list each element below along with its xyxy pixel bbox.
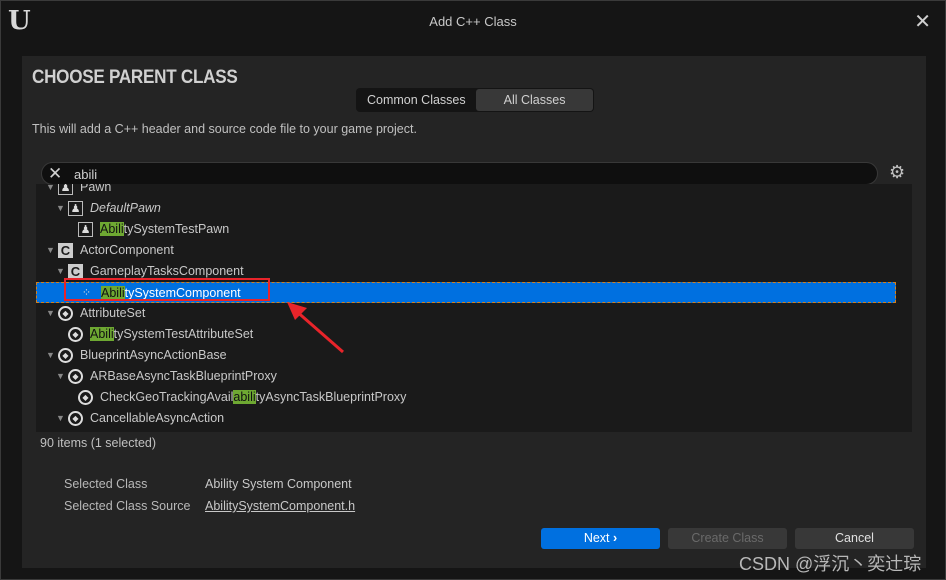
class-name: BlueprintAsyncActionBase xyxy=(80,345,227,366)
next-button[interactable]: Next › xyxy=(541,528,660,549)
class-name: AbilitySystemTestPawn xyxy=(100,219,229,240)
class-name: ARBaseAsyncTaskBlueprintProxy xyxy=(90,366,277,387)
search-box: ✕ xyxy=(41,162,878,185)
tree-row[interactable]: ▼ C ActorComponent xyxy=(36,240,896,261)
class-name-pre: Pawn xyxy=(80,184,112,194)
selected-class-label: Selected Class xyxy=(64,477,148,491)
pawn-icon: ♟ xyxy=(78,222,93,237)
watermark: CSDN @浮沉丶奕辻琮 xyxy=(739,554,922,574)
class-icon: C xyxy=(68,264,83,279)
object-icon: ◆ xyxy=(68,369,83,384)
class-name: CancellableAsyncAction xyxy=(90,408,224,429)
expand-arrow-icon[interactable]: ▼ xyxy=(46,184,55,198)
class-name-hl: abili xyxy=(233,390,256,404)
class-name-pre: BlueprintAsyncActionBase xyxy=(80,348,227,362)
pawn-icon: ♟ xyxy=(68,201,83,216)
next-label: Next xyxy=(583,531,610,545)
gear-icon[interactable]: ⚙ xyxy=(889,162,905,183)
class-name-pre: CancellableAsyncAction xyxy=(90,411,225,425)
class-name-pre: ActorComponent xyxy=(80,243,174,257)
create-class-button[interactable]: Create Class xyxy=(668,528,787,549)
class-name: CheckGeoTrackingAvailabilityAsyncTaskBlu… xyxy=(100,387,406,408)
selected-class-source-label: Selected Class Source xyxy=(64,499,191,513)
tree-row[interactable]: ▼ ◆ BlueprintAsyncActionBase xyxy=(36,345,896,366)
class-name: Pawn xyxy=(80,184,111,198)
annotation-arrow-icon xyxy=(287,302,344,354)
tree-row[interactable]: ▼ ◆ ARBaseAsyncTaskBlueprintProxy xyxy=(36,366,896,387)
tab-all-classes[interactable]: All Classes xyxy=(475,89,594,111)
expand-arrow-icon[interactable]: ▼ xyxy=(46,345,55,366)
object-icon: ◆ xyxy=(58,348,73,363)
dialog-panel: CHOOSE PARENT CLASS Common Classes All C… xyxy=(22,56,926,568)
window-title: Add C++ Class xyxy=(429,14,517,29)
annotation-box xyxy=(64,278,270,301)
tree-row[interactable]: ◆Abili xyxy=(36,429,896,432)
chevron-right-icon: › xyxy=(613,531,618,545)
pawn-icon: ♟ xyxy=(58,184,73,195)
selected-class-source-link[interactable]: AbilitySystemComponent.h xyxy=(205,499,355,513)
class-tree: ▼ ♟ Pawn ▼ ♟ DefaultPawn ♟ AbilitySystemTestPaw… xyxy=(36,184,912,432)
expand-arrow-icon[interactable]: ▼ xyxy=(56,366,65,387)
cancel-button[interactable]: Cancel xyxy=(795,528,914,549)
class-name: DefaultPawn xyxy=(90,198,161,219)
class-name: AttributeSet xyxy=(80,303,145,324)
clear-search-icon[interactable]: ✕ xyxy=(48,163,62,184)
object-icon: ◆ xyxy=(78,390,93,405)
class-name: ActorComponent xyxy=(80,240,174,261)
class-name-hl: Abili xyxy=(100,222,124,236)
tree-row[interactable]: ▼ ♟ DefaultPawn xyxy=(36,198,896,219)
class-icon: C xyxy=(58,243,73,258)
class-name: AbilitySystemTestAttributeSet xyxy=(90,324,253,345)
tree-row[interactable]: ◆ AbilitySystemTestAttributeSet xyxy=(36,324,896,345)
object-icon: ◆ xyxy=(68,327,83,342)
class-name-post: tyAsyncTaskBlueprintProxy xyxy=(255,390,407,404)
tab-common-classes[interactable]: Common Classes xyxy=(357,89,476,111)
close-icon[interactable]: ✕ xyxy=(914,9,931,34)
search-input[interactable] xyxy=(74,165,854,183)
class-name-post: tySystemTestAttributeSet xyxy=(113,327,254,341)
object-icon: ◆ xyxy=(58,306,73,321)
class-name-pre: CheckGeoTrackingAvail xyxy=(100,390,234,404)
class-name-pre: AttributeSet xyxy=(80,306,146,320)
class-name-post: tySystemTestPawn xyxy=(123,222,230,236)
object-icon: ◆ xyxy=(68,411,83,426)
class-name-pre: ARBaseAsyncTaskBlueprintProxy xyxy=(90,369,277,383)
class-name: Abili xyxy=(100,429,124,432)
class-name-pre: GameplayTasksComponent xyxy=(90,264,244,278)
tree-row[interactable]: ▼ ◆ AttributeSet xyxy=(36,303,896,324)
tree-row[interactable]: ♟ AbilitySystemTestPawn xyxy=(36,219,896,240)
class-name-pre: DefaultPawn xyxy=(90,201,161,215)
class-tabs: Common Classes All Classes xyxy=(356,88,595,112)
tree-row[interactable]: ▼ ◆ CancellableAsyncAction xyxy=(36,408,896,429)
description: This will add a C++ header and source co… xyxy=(32,122,417,136)
expand-arrow-icon[interactable]: ▼ xyxy=(56,198,65,219)
tree-row[interactable]: ◆ CheckGeoTrackingAvailabilityAsyncTaskBl… xyxy=(36,387,896,408)
tree-row[interactable]: ▼ ♟ Pawn xyxy=(36,184,896,198)
item-count: 90 items (1 selected) xyxy=(40,436,157,450)
expand-arrow-icon[interactable]: ▼ xyxy=(56,408,65,429)
page-title: CHOOSE PARENT CLASS xyxy=(32,67,238,88)
add-cpp-class-window: U Add C++ Class ✕ CHOOSE PARENT CLASS Co… xyxy=(0,0,946,580)
class-name-hl: Abili xyxy=(90,327,114,341)
expand-arrow-icon[interactable]: ▼ xyxy=(46,303,55,324)
selected-class-value: Ability System Component xyxy=(205,477,352,491)
expand-arrow-icon[interactable]: ▼ xyxy=(46,240,55,261)
